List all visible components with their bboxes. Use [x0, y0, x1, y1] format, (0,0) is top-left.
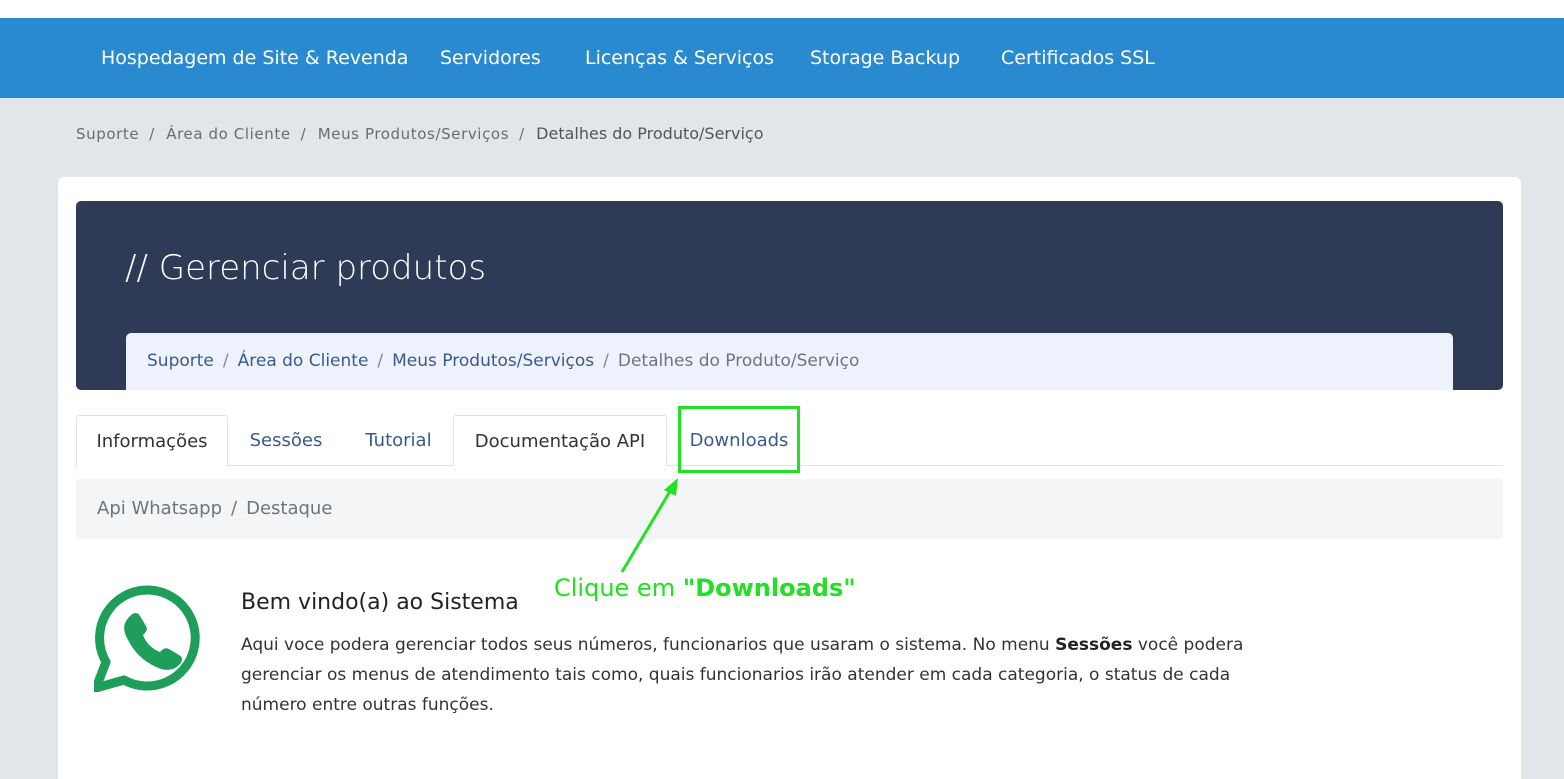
page-title: // Gerenciar produtos — [125, 248, 487, 288]
annotation-text: Clique em "Downloads" — [554, 574, 856, 602]
breadcrumb-separator: / — [377, 351, 384, 371]
breadcrumb-separator: / — [300, 125, 307, 143]
breadcrumb-link-area-cliente[interactable]: Área do Cliente — [166, 125, 290, 143]
breadcrumb-separator: / — [222, 351, 229, 371]
tab-tutorial[interactable]: Tutorial — [350, 415, 447, 466]
annotation-prefix: Clique em — [554, 574, 683, 602]
header-breadcrumb-link-area-cliente[interactable]: Área do Cliente — [238, 351, 369, 371]
breadcrumb-link-suporte[interactable]: Suporte — [76, 125, 139, 143]
header-breadcrumb: Suporte / Área do Cliente / Meus Produtos/Se… — [126, 333, 1453, 390]
tab-informacoes[interactable]: Informações — [76, 415, 228, 467]
welcome-text-part: Aqui voce podera gerenciar todos seus nú… — [241, 635, 1056, 655]
breadcrumb: Suporte / Área do Cliente / Meus Produtos/… — [76, 124, 770, 148]
nav-item-hospedagem[interactable]: Hospedagem de Site & Revenda — [101, 18, 408, 98]
breadcrumb-separator: / — [231, 498, 238, 519]
section-breadcrumb: Api Whatsapp / Destaque — [76, 479, 1503, 539]
nav-item-storage-backup[interactable]: Storage Backup — [810, 18, 960, 98]
annotation-emphasis: "Downloads" — [682, 574, 856, 602]
welcome-text-bold: Sessões — [1055, 635, 1133, 655]
breadcrumb-current: Detalhes do Produto/Serviço — [536, 124, 764, 143]
top-navbar: Hospedagem de Site & Revenda Servidores … — [0, 18, 1564, 98]
section-breadcrumb-current: Destaque — [246, 498, 333, 519]
breadcrumb-separator: / — [603, 351, 609, 371]
nav-item-certificados-ssl[interactable]: Certificados SSL — [1001, 18, 1155, 98]
tab-documentacao-api[interactable]: Documentação API — [453, 415, 667, 466]
whatsapp-icon — [94, 585, 200, 692]
nav-item-licencas[interactable]: Licenças & Serviços — [585, 18, 774, 98]
breadcrumb-separator: / — [149, 125, 155, 143]
top-strip — [0, 0, 1564, 18]
tab-sessoes[interactable]: Sessões — [235, 415, 337, 466]
downloads-highlight-box — [678, 406, 800, 473]
header-breadcrumb-link-meus-produtos[interactable]: Meus Produtos/Serviços — [392, 351, 594, 371]
breadcrumb-link-meus-produtos[interactable]: Meus Produtos/Serviços — [318, 125, 509, 143]
welcome-description: Aqui voce podera gerenciar todos seus nú… — [241, 630, 1271, 720]
nav-item-servidores[interactable]: Servidores — [440, 18, 541, 98]
section-breadcrumb-link-api-whatsapp[interactable]: Api Whatsapp — [97, 498, 222, 519]
welcome-title: Bem vindo(a) ao Sistema — [241, 590, 519, 615]
header-breadcrumb-link-suporte[interactable]: Suporte — [147, 351, 214, 371]
breadcrumb-separator: / — [519, 125, 525, 143]
annotation-arrow-icon — [620, 478, 678, 573]
header-breadcrumb-current: Detalhes do Produto/Serviço — [617, 351, 860, 371]
